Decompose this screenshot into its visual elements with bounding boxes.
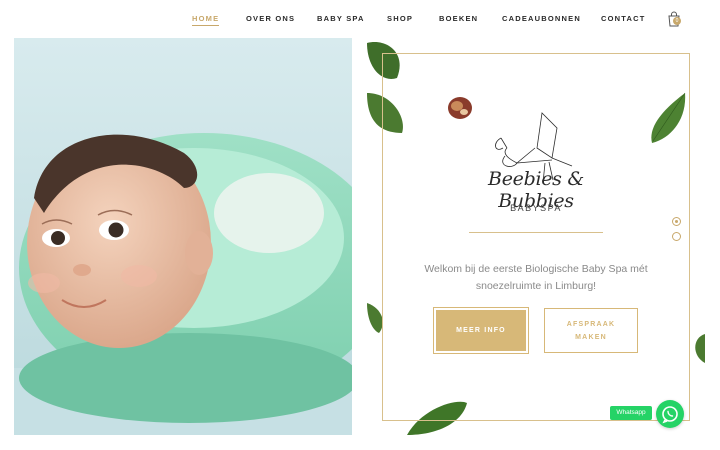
leaf-left-2	[367, 303, 383, 333]
leaf-right-2	[695, 334, 705, 363]
afspraak-maken-button[interactable]: AFSPRAAK MAKEN	[544, 308, 638, 353]
slider-dot-1[interactable]	[672, 217, 681, 226]
afspraak-maken-label: AFSPRAAK MAKEN	[566, 320, 616, 341]
whatsapp-button[interactable]	[656, 400, 684, 428]
main-navigation: HOME OVER ONS BABY SPA SHOP BOEKEN CADEA…	[0, 0, 720, 38]
hero-content-panel: Beebies & Bubbies BABYSPA Welkom bij de …	[367, 38, 705, 435]
divider-line	[469, 232, 603, 233]
cart-count-badge: 0	[673, 17, 681, 25]
nav-item-cadeaubonnen[interactable]: CADEAUBONNEN	[502, 14, 581, 23]
nav-item-baby-spa[interactable]: BABY SPA	[317, 14, 365, 23]
nav-item-contact[interactable]: CONTACT	[601, 14, 646, 23]
brand-logo-subtitle: BABYSPA	[510, 203, 562, 213]
nav-item-home[interactable]: HOME	[192, 14, 220, 26]
meer-info-button[interactable]: MEER INFO	[433, 307, 529, 354]
meer-info-label: MEER INFO	[456, 327, 506, 334]
nav-item-boeken[interactable]: BOEKEN	[439, 14, 478, 23]
slider-dot-2[interactable]	[672, 232, 681, 241]
hero-baby-photo	[14, 38, 352, 435]
hero-tagline: Welkom bij de eerste Biologische Baby Sp…	[424, 263, 648, 292]
whatsapp-label[interactable]: Whatsapp	[610, 406, 652, 420]
baby-in-float-image	[14, 38, 352, 435]
nav-item-shop[interactable]: SHOP	[387, 14, 413, 23]
nav-item-over-ons[interactable]: OVER ONS	[246, 14, 295, 23]
whatsapp-icon	[662, 406, 678, 424]
